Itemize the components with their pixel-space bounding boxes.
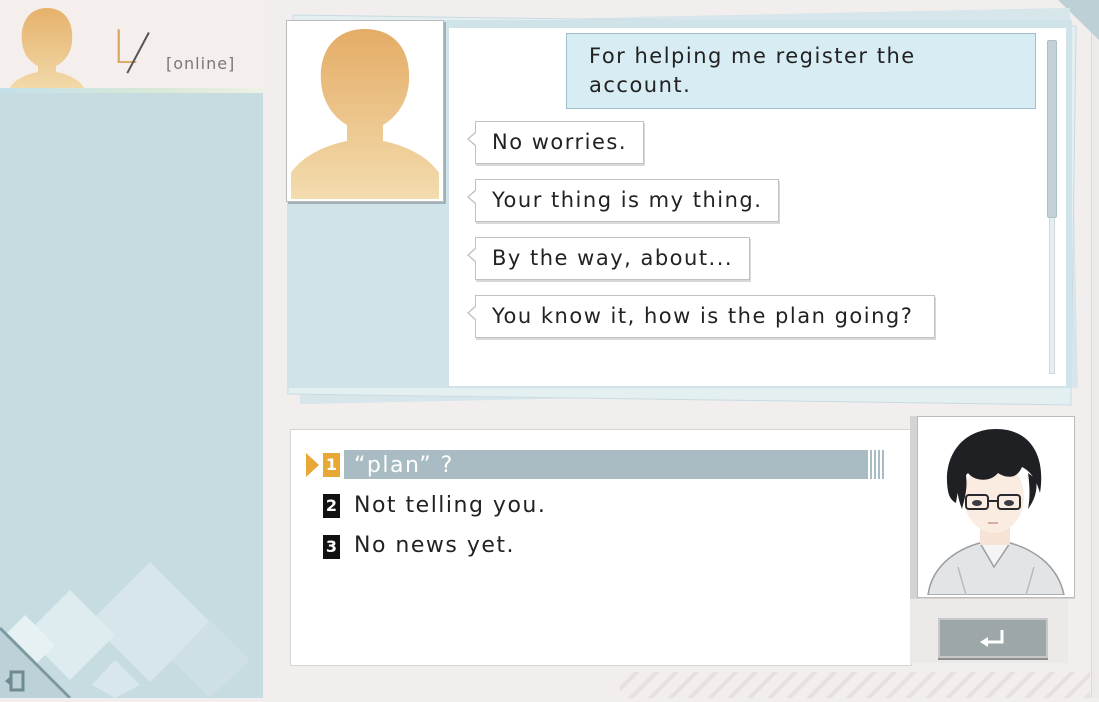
scrollbar-thumb[interactable] — [1047, 40, 1057, 218]
contact-status: [online] — [166, 54, 236, 73]
choice-number-3: 3 — [323, 535, 340, 559]
contact-avatar — [8, 4, 86, 88]
highlight-stripes — [866, 450, 886, 479]
return-arrow-icon — [980, 630, 1004, 647]
message-bubble-outgoing: For helping me register the account. — [566, 33, 1036, 109]
message-bubble-incoming: By the way, about... — [466, 237, 751, 280]
message-bubble-incoming: No worries. — [466, 121, 645, 164]
player-avatar — [917, 416, 1075, 598]
choice-option-3[interactable]: No news yet. — [354, 532, 515, 560]
choice-number-1: 1 — [323, 453, 340, 477]
choice-option-2[interactable]: Not telling you. — [354, 492, 546, 520]
message-bubble-incoming: Your thing is my thing. — [466, 179, 780, 222]
message-bubble-incoming: You know it, how is the plan going? — [467, 295, 935, 338]
exit-button[interactable] — [2, 668, 28, 694]
diamond-decoration — [0, 520, 263, 700]
back-button[interactable] — [938, 618, 1048, 658]
contact-name: L — [112, 20, 138, 74]
partner-avatar — [286, 20, 444, 202]
choice-number-2: 2 — [323, 494, 340, 518]
stripe-decoration — [620, 672, 1090, 698]
play-arrow-icon — [306, 453, 319, 477]
choice-option-1[interactable]: “plan” ? — [354, 452, 454, 480]
right-edge — [1091, 0, 1099, 698]
header-stripe — [0, 88, 263, 93]
exit-door-icon — [5, 670, 25, 692]
